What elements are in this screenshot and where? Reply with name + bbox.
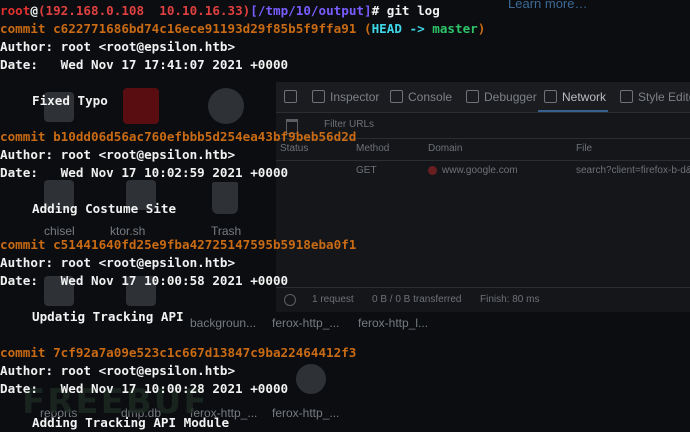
commit-line: commit 7cf92a7a09e523c1c667d13847c9ba224… (0, 344, 356, 362)
date-label: Date: (0, 273, 38, 288)
commit-message: Adding Tracking API Module (32, 415, 230, 430)
date-value: Wed Nov 17 10:00:28 2021 +0000 (60, 381, 289, 396)
date-label: Date: (0, 381, 38, 396)
author-value: root <root@epsilon.htb> (60, 39, 236, 54)
prompt-user: root (0, 3, 31, 18)
date-label: Date: (0, 57, 38, 72)
commit-keyword: commit (0, 21, 46, 36)
ref-arrow: -> (401, 21, 433, 36)
prompt-host: (192.168.0.108 10.10.16.33) (37, 3, 251, 18)
author-line: Author: root <root@epsilon.htb> (0, 362, 235, 380)
author-value: root <root@epsilon.htb> (60, 255, 236, 270)
author-value: root <root@epsilon.htb> (60, 363, 236, 378)
terminal-output[interactable]: root@(192.168.0.108 10.10.16.33)[/tmp/10… (0, 0, 690, 430)
prompt-at: @ (30, 3, 38, 18)
commit-line: commit c622771686bd74c16ece91193d29f85b5… (0, 20, 485, 38)
author-line: Author: root <root@epsilon.htb> (0, 146, 235, 164)
date-line: Date: Wed Nov 17 10:00:58 2021 +0000 (0, 272, 288, 290)
commit-keyword: commit (0, 237, 46, 252)
author-value: root <root@epsilon.htb> (60, 147, 236, 162)
date-value: Wed Nov 17 17:41:07 2021 +0000 (60, 57, 289, 72)
author-line: Author: root <root@epsilon.htb> (0, 38, 235, 56)
commit-line: commit c51441640fd25e9fba42725147595b591… (0, 236, 356, 254)
author-line: Author: root <root@epsilon.htb> (0, 254, 235, 272)
date-line: Date: Wed Nov 17 10:00:28 2021 +0000 (0, 380, 288, 398)
author-label: Author: (0, 147, 54, 162)
author-label: Author: (0, 255, 54, 270)
commit-hash: c622771686bd74c16ece91193d29f85b5f9ffa91 (53, 21, 357, 36)
prompt-command: git log (379, 3, 440, 18)
commit-hash: b10dd06d56ac760efbbb5d254ea43bf9beb56d2d (53, 129, 357, 144)
commit-message: Updatig Tracking API (32, 309, 184, 324)
commit-hash: c51441640fd25e9fba42725147595b5918eba0f1 (53, 237, 357, 252)
date-line: Date: Wed Nov 17 10:02:59 2021 +0000 (0, 164, 288, 182)
prompt-line: root@(192.168.0.108 10.10.16.33)[/tmp/10… (0, 2, 440, 20)
commit-hash: 7cf92a7a09e523c1c667d13847c9ba22464412f3 (53, 345, 357, 360)
ref-branch: master (432, 21, 478, 36)
commit-keyword: commit (0, 345, 46, 360)
date-line: Date: Wed Nov 17 17:41:07 2021 +0000 (0, 56, 288, 74)
author-label: Author: (0, 363, 54, 378)
prompt-path: [/tmp/10/output] (250, 3, 372, 18)
author-label: Author: (0, 39, 54, 54)
commit-message: Adding Costume Site (32, 201, 177, 216)
ref-close: ) (477, 21, 486, 36)
date-value: Wed Nov 17 10:02:59 2021 +0000 (60, 165, 289, 180)
date-label: Date: (0, 165, 38, 180)
ref-open: ( (363, 21, 372, 36)
commit-keyword: commit (0, 129, 46, 144)
date-value: Wed Nov 17 10:00:58 2021 +0000 (60, 273, 289, 288)
ref-head: HEAD (371, 21, 402, 36)
commit-message: Fixed Typo (32, 93, 108, 108)
commit-line: commit b10dd06d56ac760efbbb5d254ea43bf9b… (0, 128, 356, 146)
